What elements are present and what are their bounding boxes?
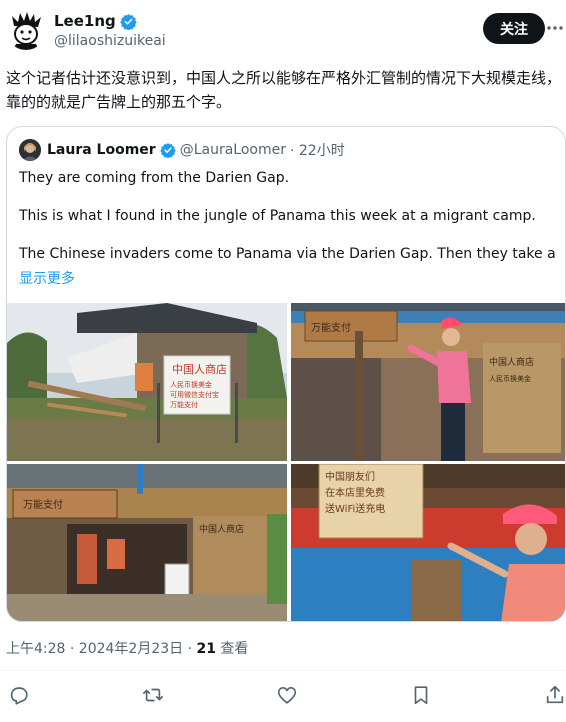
author-display-name[interactable]: Lee1ng [54, 12, 116, 30]
store-tent-photo-image: 中国人商店 人民币换美金 可用微信支付宝 万能支付 [7, 303, 287, 461]
author-name-row: Lee1ng [54, 12, 137, 30]
cartoon-face-avatar-icon [6, 10, 46, 50]
photo-grid: 中国人商店 人民币换美金 可用微信支付宝 万能支付 万能支付 中国人商店 人民币… [7, 303, 565, 621]
quoted-tweet-header: Laura Loomer @LauraLoomer · 22小时 [19, 139, 345, 161]
quoted-text-line: They are coming from the Darien Gap. [19, 170, 290, 186]
woman-pointing-photo-image: 万能支付 中国人商店 人民币换美金 [291, 303, 565, 461]
svg-text:送WiFi送充电: 送WiFi送充电 [325, 502, 385, 515]
photo-store-front[interactable]: 万能支付 中国人商店 [7, 464, 287, 621]
svg-text:中国人商店: 中国人商店 [199, 523, 244, 535]
more-horizontal-icon [547, 26, 563, 30]
photo-woman-pointing[interactable]: 万能支付 中国人商店 人民币换美金 [291, 303, 565, 461]
verified-badge-icon [120, 13, 137, 30]
svg-text:人民币换美金: 人民币换美金 [170, 380, 212, 389]
quoted-tweet-text: They are coming from the Darien Gap. Thi… [19, 169, 555, 264]
svg-text:万能支付: 万能支付 [311, 321, 351, 334]
svg-text:在本店里免费: 在本店里免费 [325, 486, 385, 499]
quoted-tweet-time[interactable]: · 22小时 [290, 140, 345, 160]
share-button[interactable] [544, 684, 566, 708]
more-options-button[interactable] [547, 18, 563, 38]
svg-text:可用微信支付宝: 可用微信支付宝 [170, 390, 219, 399]
author-avatar[interactable] [6, 10, 46, 50]
quoted-tweet[interactable]: Laura Loomer @LauraLoomer · 22小时 They ar… [6, 126, 566, 622]
bookmark-icon [414, 686, 428, 705]
bookmark-button[interactable] [410, 684, 434, 708]
person-photo-avatar-icon [19, 139, 41, 161]
quoted-author-name[interactable]: Laura Loomer [47, 142, 156, 158]
photo-store-tent[interactable]: 中国人商店 人民币换美金 可用微信支付宝 万能支付 [7, 303, 287, 461]
follow-button[interactable]: 关注 [483, 13, 545, 44]
tweet-meta: 上午4:28 · 2024年2月23日 · 21 查看 [6, 638, 248, 658]
tweet-header: Lee1ng @lilaoshizuikeai 关注 [0, 0, 566, 64]
svg-text:中国朋友们: 中国朋友们 [325, 470, 375, 483]
verified-badge-icon [159, 143, 176, 158]
svg-text:中国人商店: 中国人商店 [489, 356, 534, 368]
tweet-timestamp[interactable]: 上午4:28 · 2024年2月23日 · [6, 641, 197, 657]
quoted-text-line [19, 188, 555, 207]
quoted-text-line [19, 226, 555, 245]
quoted-text-line: This is what I found in the jungle of Pa… [19, 208, 536, 224]
svg-text:万能支付: 万能支付 [170, 400, 198, 409]
tweet-text: 这个记者估计还没意识到，中国人之所以能够在严格外汇管制的情况下大规模走线，靠的的… [6, 69, 562, 111]
view-label: 查看 [215, 641, 249, 657]
quoted-text-line: The Chinese invaders come to Panama via … [19, 246, 555, 262]
reply-button[interactable] [8, 684, 32, 708]
store-front-photo-image: 万能支付 中国人商店 [7, 464, 287, 621]
quoted-author-handle[interactable]: @LauraLoomer [180, 142, 286, 158]
photo-sign-closeup[interactable]: 中国朋友们 在本店里免费 送WiFi送充电 [291, 464, 565, 621]
divider [0, 670, 566, 671]
reply-icon [10, 687, 28, 705]
like-button[interactable] [276, 684, 300, 708]
share-icon [546, 685, 564, 704]
view-count: 21 [196, 641, 216, 657]
like-icon [277, 687, 297, 704]
sign-closeup-photo-image: 中国朋友们 在本店里免费 送WiFi送充电 [291, 464, 565, 621]
svg-text:中国人商店: 中国人商店 [172, 362, 227, 376]
show-more-link[interactable]: 显示更多 [19, 268, 75, 288]
retweet-button[interactable] [142, 684, 166, 708]
svg-text:万能支付: 万能支付 [23, 498, 63, 511]
author-handle[interactable]: @lilaoshizuikeai [54, 33, 166, 49]
svg-text:人民币换美金: 人民币换美金 [489, 374, 531, 383]
retweet-icon [143, 688, 163, 702]
action-bar [0, 684, 566, 714]
quoted-author-avatar[interactable] [19, 139, 41, 161]
